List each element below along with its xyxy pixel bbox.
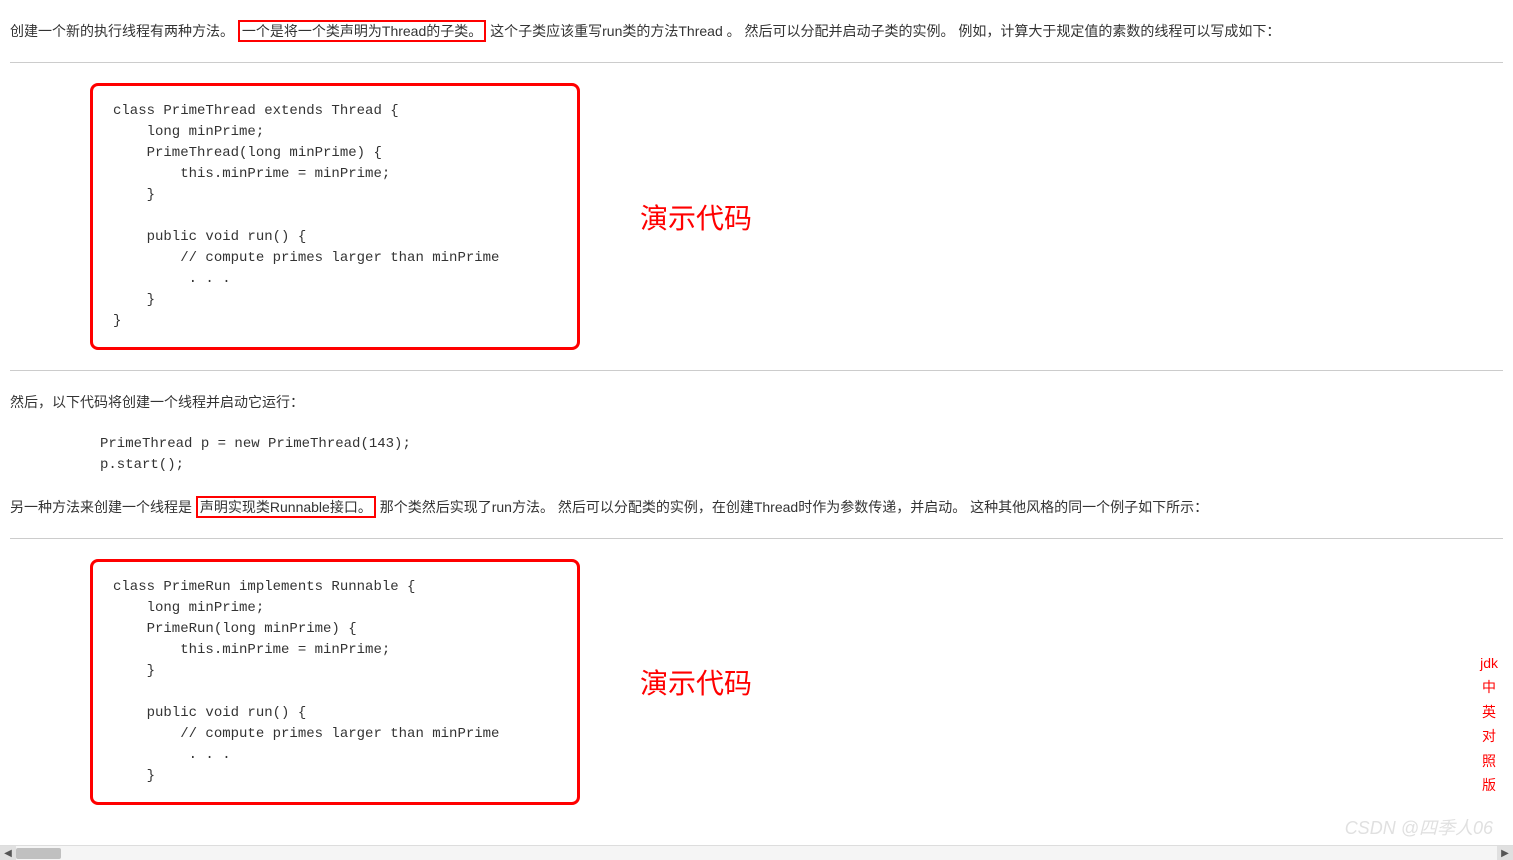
side-line-3: 对 <box>1480 725 1498 747</box>
code-example-2-wrapper: class PrimeRun implements Runnable { lon… <box>10 559 1503 805</box>
scrollbar-thumb[interactable] <box>16 848 61 859</box>
para1-before: 创建一个新的执行线程有两种方法。 <box>10 23 234 39</box>
paragraph-1: 创建一个新的执行线程有两种方法。 一个是将一个类声明为Thread的子类。 这个… <box>10 20 1503 42</box>
side-line-0: jdk <box>1480 652 1498 674</box>
code-example-1-wrapper: class PrimeThread extends Thread { long … <box>10 83 1503 350</box>
highlight-thread-subclass: 一个是将一个类声明为Thread的子类。 <box>238 20 486 42</box>
paragraph-3: 另一种方法来创建一个线程是 声明实现类Runnable接口。 那个类然后实现了r… <box>10 496 1503 518</box>
side-line-1: 中 <box>1480 676 1498 698</box>
code-example-primethread: class PrimeThread extends Thread { long … <box>90 83 580 350</box>
side-line-5: 版 <box>1480 774 1498 796</box>
divider-2 <box>10 370 1503 371</box>
side-line-4: 照 <box>1480 750 1498 772</box>
side-line-2: 英 <box>1480 701 1498 723</box>
paragraph-2: 然后，以下代码将创建一个线程并启动它运行： <box>10 391 1503 413</box>
watermark: CSDN @四季人06 <box>1345 814 1493 840</box>
para3-after: 那个类然后实现了run方法。 然后可以分配类的实例，在创建Thread时作为参数… <box>380 499 1208 515</box>
side-annotation: jdk 中 英 对 照 版 <box>1480 650 1498 798</box>
para1-after: 这个子类应该重写run类的方法Thread 。 然后可以分配并启动子类的实例。 … <box>490 23 1280 39</box>
scroll-left-arrow-icon[interactable]: ◀ <box>0 846 16 860</box>
scrollbar-track[interactable] <box>16 846 1497 860</box>
horizontal-scrollbar[interactable]: ◀ ▶ <box>0 845 1513 860</box>
code-example-start-thread: PrimeThread p = new PrimeThread(143); p.… <box>100 424 1503 486</box>
divider-3 <box>10 538 1503 539</box>
highlight-runnable-interface: 声明实现类Runnable接口。 <box>196 496 376 518</box>
scroll-right-arrow-icon[interactable]: ▶ <box>1497 846 1513 860</box>
demo-code-label-1: 演示代码 <box>640 197 752 237</box>
divider-1 <box>10 62 1503 63</box>
demo-code-label-2: 演示代码 <box>640 662 752 702</box>
code-example-primerun: class PrimeRun implements Runnable { lon… <box>90 559 580 805</box>
para3-before: 另一种方法来创建一个线程是 <box>10 499 192 515</box>
